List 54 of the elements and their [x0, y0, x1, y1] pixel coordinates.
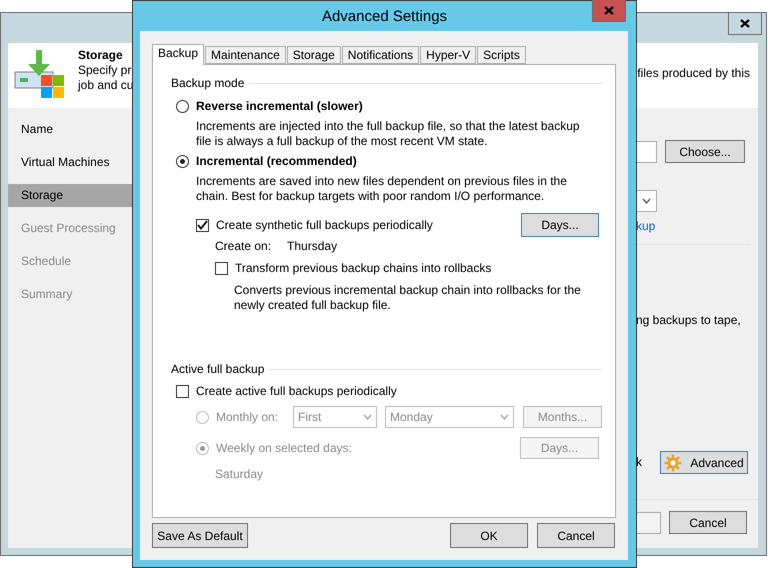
checkbox[interactable]: [196, 218, 209, 232]
close-icon: [740, 19, 750, 28]
ok-button[interactable]: OK: [450, 523, 528, 548]
group-heading: Active full backup: [171, 362, 264, 377]
tab[interactable]: Storage: [286, 46, 341, 64]
tab[interactable]: Hyper-V: [420, 46, 476, 64]
option-description: Converts previous incremental backup chain into rollbacks for the newly created full backup file.: [234, 283, 582, 313]
create-on-value: Thursday: [287, 239, 338, 254]
checkbox[interactable]: [215, 262, 228, 275]
gear-icon: [664, 454, 682, 472]
chevron-icon: [642, 198, 650, 204]
close-button[interactable]: [728, 13, 762, 35]
blank-button[interactable]: [636, 512, 661, 534]
days-button[interactable]: Days...: [521, 213, 599, 237]
step-description: Specify pr: [78, 63, 132, 78]
checkbox-label: Create synthetic full backups periodically: [216, 218, 433, 232]
cancel-button[interactable]: Cancel: [537, 523, 615, 548]
link[interactable]: kup: [636, 219, 758, 234]
tab[interactable]: Scripts: [477, 46, 526, 64]
description-text: k: [636, 455, 642, 470]
tab[interactable]: Backup: [152, 44, 204, 65]
option-description: Increments are saved into new files dependent on previous files in the chain. Best for backup targets with poor random I/O performance.: [196, 174, 568, 204]
description-text: ng backups to tape,: [636, 313, 742, 328]
radio-button[interactable]: [176, 155, 189, 168]
create-on-label: Create on:: [215, 239, 272, 254]
checkbox-label: Transform previous backup chains into rollbacks: [235, 261, 492, 276]
wizard-step[interactable]: Name: [8, 118, 132, 141]
checkmark-icon: [197, 220, 208, 230]
step-description: files produced by this: [637, 66, 750, 80]
radio-button[interactable]: [176, 100, 189, 113]
dropdown[interactable]: [636, 190, 657, 212]
chevron-icon: [363, 414, 372, 420]
option-label: Incremental (recommended): [196, 154, 357, 169]
cancel-button[interactable]: Cancel: [669, 511, 747, 534]
tab[interactable]: Maintenance: [205, 46, 286, 64]
advanced-button[interactable]: Advanced: [660, 451, 748, 474]
radio-label: Monthly on:: [216, 410, 280, 424]
chevron-icon: [500, 414, 509, 420]
wizard-step[interactable]: Storage: [8, 184, 132, 207]
radio-label: Weekly on selected days:: [216, 440, 352, 456]
choose-button[interactable]: Choose...: [665, 140, 745, 163]
step-title: Storage: [78, 48, 124, 63]
wizard-step[interactable]: Virtual Machines: [8, 151, 132, 174]
tab[interactable]: Notifications: [342, 46, 420, 64]
selected-days: Saturday: [215, 467, 603, 482]
window-title: Advanced Settings: [322, 8, 448, 24]
group-heading: Backup mode: [171, 76, 244, 91]
path-field[interactable]: [636, 140, 657, 162]
save-as-default-button[interactable]: Save As Default: [152, 523, 248, 548]
option-description: Increments are injected into the full backup file, so that the latest backup file is always a full backup of the most recent VM state.: [196, 119, 581, 149]
checkbox[interactable]: [176, 385, 189, 398]
close-icon: [604, 6, 614, 15]
checkbox-label: Create active full backups periodically: [196, 384, 397, 399]
option-label: Reverse incremental (slower): [196, 99, 363, 114]
